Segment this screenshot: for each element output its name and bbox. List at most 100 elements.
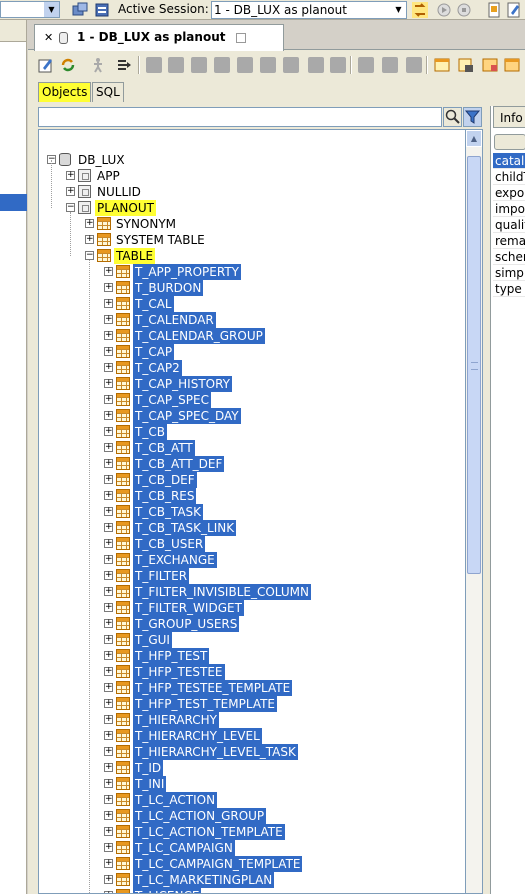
table-export-icon[interactable] xyxy=(504,57,520,73)
tree-node-folder[interactable]: + SYSTEM TABLE xyxy=(39,232,465,248)
run-icon[interactable] xyxy=(436,2,452,18)
expand-icon[interactable]: + xyxy=(104,315,113,324)
info-property-item[interactable]: rema xyxy=(493,233,525,249)
tree-node-table[interactable]: + T_CALENDAR_GROUP xyxy=(39,328,465,344)
expand-icon[interactable]: + xyxy=(104,427,113,436)
refresh-icon[interactable] xyxy=(60,57,76,73)
search-button[interactable] xyxy=(443,107,462,127)
filter-button[interactable] xyxy=(463,107,482,127)
connection-icon[interactable] xyxy=(72,2,88,18)
expand-icon[interactable]: + xyxy=(66,187,75,196)
left-panel-selection[interactable] xyxy=(0,194,27,211)
expand-icon[interactable]: + xyxy=(104,747,113,756)
tree-node-schema[interactable]: + NULLID xyxy=(39,184,465,200)
delete-icon[interactable] xyxy=(308,57,324,73)
edit-icon[interactable] xyxy=(506,2,522,18)
active-session-select[interactable]: 1 - DB_LUX as planout ▼ xyxy=(211,1,407,19)
expand-icon[interactable]: + xyxy=(104,395,113,404)
save-as-icon[interactable] xyxy=(283,57,299,73)
expand-icon[interactable]: + xyxy=(104,731,113,740)
tab-sql[interactable]: SQL xyxy=(92,82,124,102)
expand-icon[interactable]: + xyxy=(104,555,113,564)
tree-node-table[interactable]: + T_LC_CAMPAIGN_TEMPLATE xyxy=(39,856,465,872)
tree-node-table[interactable]: + T_CAP xyxy=(39,344,465,360)
tree-node-table[interactable]: + T_LC_ACTION xyxy=(39,792,465,808)
session-icon[interactable] xyxy=(94,2,110,18)
new-object-icon[interactable] xyxy=(146,57,162,73)
expand-icon[interactable]: + xyxy=(104,283,113,292)
expand-icon[interactable]: + xyxy=(104,635,113,644)
expand-icon[interactable]: + xyxy=(104,299,113,308)
tree-node-table[interactable]: + T_CAP_HISTORY xyxy=(39,376,465,392)
info-property-item[interactable]: expor xyxy=(493,185,525,201)
open-folder-icon[interactable] xyxy=(191,57,207,73)
step-icon[interactable] xyxy=(116,57,132,73)
move-down-icon[interactable] xyxy=(382,57,398,73)
tree-node-table[interactable]: + T_CB_DEF xyxy=(39,472,465,488)
tree-node-table[interactable]: + T_CAP_SPEC xyxy=(39,392,465,408)
tree-node-table[interactable]: + T_HFP_TESTEE xyxy=(39,664,465,680)
close-icon[interactable]: ✕ xyxy=(44,25,53,50)
export-icon[interactable] xyxy=(406,57,422,73)
info-property-item[interactable]: childT xyxy=(493,169,525,185)
save-icon[interactable] xyxy=(260,57,276,73)
tree-node-folder[interactable]: − TABLE xyxy=(39,248,465,264)
expand-icon[interactable]: + xyxy=(104,347,113,356)
expand-icon[interactable]: + xyxy=(104,651,113,660)
expand-icon[interactable]: + xyxy=(66,171,75,180)
tree-node-schema[interactable]: − PLANOUT xyxy=(39,200,465,216)
expand-icon[interactable]: + xyxy=(104,411,113,420)
table-copy-icon[interactable] xyxy=(482,57,498,73)
swap-session-icon[interactable] xyxy=(412,2,428,18)
tree-scrollbar[interactable]: ▲ xyxy=(466,129,483,894)
expand-icon[interactable]: + xyxy=(104,603,113,612)
expand-icon[interactable]: + xyxy=(104,779,113,788)
expand-icon[interactable]: + xyxy=(104,571,113,580)
tree-node-table[interactable]: + T_CB_ATT xyxy=(39,440,465,456)
expand-icon[interactable]: + xyxy=(104,459,113,468)
collapse-icon[interactable]: − xyxy=(66,203,75,212)
expand-icon[interactable]: + xyxy=(104,859,113,868)
tree-node-table[interactable]: + T_HFP_TESTEE_TEMPLATE xyxy=(39,680,465,696)
tree-node-schema[interactable]: + APP xyxy=(39,168,465,184)
tree-node-table[interactable]: + T_APP_PROPERTY xyxy=(39,264,465,280)
info-panel-button[interactable] xyxy=(494,134,525,150)
expand-icon[interactable]: + xyxy=(104,827,113,836)
tree-node-table[interactable]: +T_LICENCE xyxy=(39,888,465,893)
copy-icon[interactable] xyxy=(214,57,230,73)
tree-node-table[interactable]: + T_EXCHANGE xyxy=(39,552,465,568)
collapse-icon[interactable]: − xyxy=(85,251,94,260)
tree-node-table[interactable]: + T_FILTER xyxy=(39,568,465,584)
expand-icon[interactable]: + xyxy=(104,763,113,772)
table-detail-icon[interactable] xyxy=(458,57,474,73)
tree-node-table[interactable]: + T_HFP_TEST xyxy=(39,648,465,664)
expand-icon[interactable]: + xyxy=(104,587,113,596)
info-property-item[interactable]: catalo xyxy=(493,153,525,169)
expand-icon[interactable]: + xyxy=(104,539,113,548)
expand-icon[interactable]: + xyxy=(104,443,113,452)
expand-icon[interactable]: + xyxy=(104,667,113,676)
expand-icon[interactable]: + xyxy=(104,379,113,388)
expand-icon[interactable]: + xyxy=(104,811,113,820)
tree-node-folder[interactable]: + SYNONYM xyxy=(39,216,465,232)
expand-icon[interactable]: + xyxy=(104,363,113,372)
tree-node-table[interactable]: + T_LC_MARKETINGPLAN xyxy=(39,872,465,888)
expand-icon[interactable]: + xyxy=(104,507,113,516)
edit-sql-icon[interactable] xyxy=(38,57,54,73)
tree-node-table[interactable]: + T_GUI xyxy=(39,632,465,648)
object-tree[interactable]: − DB_LUX + APP + NULLID − PLANOUT + SYNONYM + SYSTE… xyxy=(38,129,466,894)
expand-icon[interactable]: + xyxy=(104,267,113,276)
expand-icon[interactable]: + xyxy=(104,491,113,500)
run-script-icon[interactable] xyxy=(90,57,106,73)
expand-icon[interactable]: + xyxy=(85,219,94,228)
lock-icon[interactable] xyxy=(330,57,346,73)
chevron-down-icon[interactable]: ▼ xyxy=(391,2,406,18)
expand-icon[interactable]: + xyxy=(104,683,113,692)
tree-node-table[interactable]: + T_ID xyxy=(39,760,465,776)
tree-node-table[interactable]: + T_CB_USER xyxy=(39,536,465,552)
tree-node-db[interactable]: − DB_LUX xyxy=(39,152,465,168)
info-property-item[interactable]: simpl xyxy=(493,265,525,281)
tree-node-table[interactable]: + T_CB_TASK xyxy=(39,504,465,520)
info-property-item[interactable]: type xyxy=(493,281,525,297)
info-property-item[interactable]: impor xyxy=(493,201,525,217)
